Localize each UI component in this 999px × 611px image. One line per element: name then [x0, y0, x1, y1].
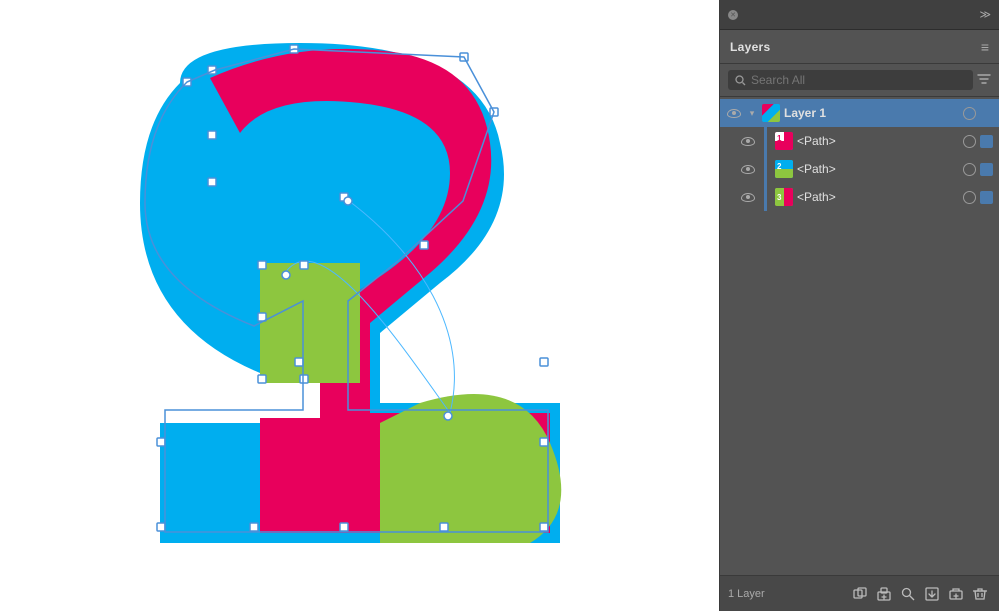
visibility-toggle-path2[interactable]	[740, 161, 756, 177]
indent-line-path1	[764, 127, 767, 155]
layer-item-path1[interactable]: 1 <Path>	[720, 127, 999, 155]
collect-for-export-button[interactable]	[921, 583, 943, 605]
layers-list: ▾ Layer 1 1 <Path>	[720, 97, 999, 575]
expand-arrow-layer1[interactable]: ▾	[746, 107, 758, 119]
artwork-canvas	[100, 23, 620, 588]
layer-options-btn-path2[interactable]	[963, 163, 976, 176]
layer-options-btn-path3[interactable]	[963, 191, 976, 204]
svg-text:2: 2	[777, 162, 782, 171]
layer-color-box-layer1	[980, 107, 993, 120]
layer-thumb-path3: 3	[775, 188, 793, 206]
panel-header: Layers ≡	[720, 30, 999, 64]
layer-controls-path1	[963, 135, 993, 148]
layer-color-box-path1	[980, 135, 993, 148]
layer-name-path2: <Path>	[797, 162, 959, 176]
layer-color-box-path3	[980, 191, 993, 204]
layer-thumb-path1: 1	[775, 132, 793, 150]
layer-controls-path3	[963, 191, 993, 204]
titlebar-left: ✕	[728, 10, 738, 20]
svg-text:3: 3	[777, 193, 782, 202]
search-input-wrap	[728, 70, 973, 90]
visibility-toggle-layer1[interactable]	[726, 105, 742, 121]
layer-item-path2[interactable]: 2 <Path>	[720, 155, 999, 183]
make-clip-mask-button[interactable]	[849, 583, 871, 605]
panel-collapse-button[interactable]: ≫	[979, 8, 991, 21]
layer-name-path3: <Path>	[797, 190, 959, 204]
layer-thumb-path2: 2	[775, 160, 793, 178]
layer-item-layer1[interactable]: ▾ Layer 1	[720, 99, 999, 127]
filter-icon[interactable]	[977, 72, 991, 89]
canvas-area	[0, 0, 719, 611]
indent-line-path3	[764, 183, 767, 211]
panel-titlebar: ✕ ≫	[720, 0, 999, 30]
delete-selection-button[interactable]	[969, 583, 991, 605]
layer-options-btn-path1[interactable]	[963, 135, 976, 148]
layer-name-layer1: Layer 1	[784, 106, 959, 120]
layer-thumb-layer1	[762, 104, 780, 122]
layer-controls-layer1	[963, 107, 993, 120]
create-new-layer-button[interactable]	[945, 583, 967, 605]
layer-color-box-path2	[980, 163, 993, 176]
layer-options-btn-layer1[interactable]	[963, 107, 976, 120]
footer-status: 1 Layer	[728, 588, 847, 600]
panel-menu-icon[interactable]: ≡	[981, 39, 989, 55]
layer-item-path3[interactable]: 3 <Path>	[720, 183, 999, 211]
search-bar	[720, 64, 999, 97]
panel-footer: 1 Layer	[720, 575, 999, 611]
indent-line-path2	[764, 155, 767, 183]
search-input[interactable]	[751, 73, 966, 87]
layer-controls-path2	[963, 163, 993, 176]
visibility-toggle-path3[interactable]	[740, 189, 756, 205]
svg-text:1: 1	[777, 134, 782, 143]
layers-panel: ✕ ≫ Layers ≡ ▾ Lay	[719, 0, 999, 611]
create-new-sublayer-button[interactable]	[873, 583, 895, 605]
visibility-toggle-path1[interactable]	[740, 133, 756, 149]
layer-name-path1: <Path>	[797, 134, 959, 148]
panel-title: Layers	[730, 40, 771, 54]
search-icon	[735, 75, 746, 86]
panel-close-button[interactable]: ✕	[728, 10, 738, 20]
find-replace-button[interactable]	[897, 583, 919, 605]
